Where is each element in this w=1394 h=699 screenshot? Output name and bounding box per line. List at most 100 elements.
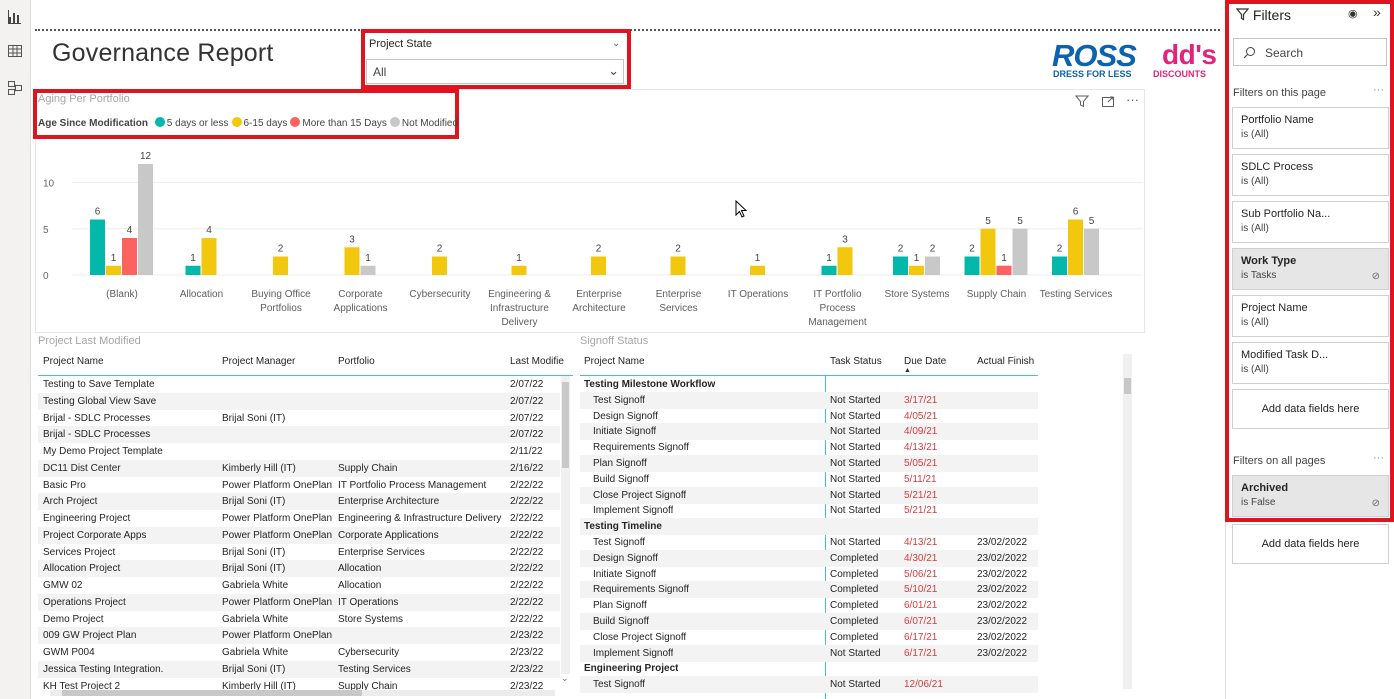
table-row[interactable]: My Demo Project Template 2/11/22 (38, 443, 560, 460)
column-header[interactable]: Project Name (584, 356, 645, 367)
group-row[interactable]: Engineering Project (580, 660, 1038, 677)
bar[interactable] (138, 164, 153, 275)
filter-card[interactable]: Portfolio Name is (All) (1232, 107, 1389, 149)
filter-card[interactable]: Modified Task D... is (All) (1232, 342, 1389, 384)
bar[interactable] (925, 256, 940, 276)
bar[interactable] (106, 265, 121, 275)
scroll-down-icon[interactable]: ⌄ (561, 673, 569, 684)
bar[interactable] (996, 265, 1012, 275)
model-view-icon[interactable] (7, 80, 23, 96)
bar[interactable] (122, 238, 137, 275)
table-row[interactable]: Arch Project Brijal Soni (IT) Enterprise A… (38, 493, 560, 511)
table-row[interactable]: Plan Signoff Completed 6/01/21 23/02/2022 (580, 597, 1038, 614)
table-row[interactable]: Basic Pro Power Platform OnePlan IT Portfo… (38, 477, 560, 494)
column-header[interactable]: Project Manager (222, 356, 295, 367)
more-options-icon[interactable]: ··· (1373, 84, 1384, 96)
table-row[interactable]: Design Signoff Completed 4/30/21 23/02/2022 (580, 549, 1038, 567)
legend-item[interactable]: Not Modified (389, 117, 458, 129)
table-row[interactable]: Jessica Testing Integration. Brijal Soni … (38, 660, 560, 678)
bar[interactable] (90, 219, 105, 276)
bar[interactable] (821, 265, 837, 275)
column-header[interactable]: Portfolio (338, 356, 375, 367)
add-data-fields-page[interactable]: Add data fields here (1232, 389, 1389, 429)
legend-item[interactable]: 5 days or less (154, 117, 229, 129)
more-options-icon[interactable]: ··· (1373, 452, 1384, 464)
bar[interactable] (909, 265, 924, 275)
signoff-table-scrollbar[interactable] (1123, 354, 1132, 689)
table-row[interactable]: GMW 02 Gabriela White Allocation 2/22/22 (38, 577, 560, 594)
filter-search-input[interactable]: Search (1233, 38, 1387, 66)
table-row[interactable]: Operations Project Power Platform OnePlan… (38, 593, 560, 611)
table-row[interactable]: Plan Signoff Not Started 5/05/21 (580, 455, 1038, 472)
collapse-icon[interactable]: » (1373, 4, 1381, 20)
table-row[interactable]: Close Project Signoff Completed 6/17/21 23/… (580, 629, 1038, 646)
table-row[interactable]: Initiate Signoff Not Started 4/09/21 (580, 423, 1038, 441)
focus-mode-icon[interactable] (1101, 95, 1115, 111)
bar[interactable] (750, 265, 765, 275)
table-row[interactable]: Services Project Brijal Soni (IT) Enterpri… (38, 544, 560, 561)
bar[interactable] (201, 238, 217, 275)
bar[interactable] (964, 256, 980, 276)
table-row[interactable]: Allocation Project Brijal Soni (IT) Alloca… (38, 560, 560, 578)
table-row[interactable]: Project Corporate Apps Power Platform One… (38, 526, 560, 544)
table-row[interactable]: Test Signoff Not Started 4/13/21 23/02/2022 (580, 534, 1038, 551)
hidden-eye-icon[interactable]: ⊘ (1372, 498, 1380, 509)
table-row[interactable]: Test Signoff Not Started 12/06/21 (580, 676, 1038, 694)
chevron-down-icon[interactable]: ⌄ (612, 38, 620, 49)
table-row[interactable]: Demo Project Gabriela White Store Systems 2… (38, 611, 560, 628)
hscrollbar-thumb[interactable] (62, 690, 362, 696)
filter-card[interactable]: SDLC Process is (All) (1232, 154, 1389, 196)
table-row[interactable]: Implement Signoff Not Started 6/17/21 23/02… (580, 644, 1038, 662)
hidden-eye-icon[interactable]: ⊘ (1372, 271, 1380, 282)
table-row[interactable]: Build Signoff Completed 6/07/21 23/02/2022 (580, 613, 1038, 630)
table-row[interactable]: Build Signoff Not Started 5/11/21 (580, 471, 1038, 488)
project-table-hscrollbar[interactable] (50, 690, 555, 696)
group-row[interactable]: Testing Timeline (580, 518, 1038, 536)
project-table-scrollbar[interactable] (561, 376, 570, 674)
add-data-fields-all[interactable]: Add data fields here (1232, 524, 1389, 564)
column-header[interactable]: Project Name (43, 356, 104, 367)
column-header[interactable]: Last Modifie (510, 356, 564, 367)
table-row[interactable]: Requirements Signoff Completed 5/10/21 23/0… (580, 581, 1038, 599)
signoff-status-table[interactable]: Project Name Task Status Due Date Actual Fi… (580, 355, 1040, 699)
table-row[interactable]: Requirements Signoff Not Started 4/13/21 (580, 439, 1038, 456)
filter-card[interactable]: Sub Portfolio Na... is (All) (1232, 201, 1389, 243)
bar[interactable] (980, 228, 996, 275)
column-header[interactable]: Actual Finish (977, 356, 1034, 367)
bar[interactable] (1068, 219, 1083, 276)
bar[interactable] (591, 256, 606, 276)
project-state-dropdown[interactable]: All ⌄ (366, 59, 624, 84)
report-view-icon[interactable] (7, 9, 23, 25)
filter-card[interactable]: Archived is False ⊘ (1232, 475, 1389, 517)
bar[interactable] (360, 265, 376, 275)
table-row[interactable]: Testing Global View Save 2/07/22 (38, 392, 560, 410)
more-options-icon[interactable]: ··· (1126, 92, 1139, 107)
project-last-modified-table[interactable]: Project Name Project Manager Portfolio Last… (38, 355, 573, 693)
table-row[interactable]: Test Signoff Not Started 3/17/21 (580, 391, 1038, 409)
bar[interactable] (432, 256, 447, 276)
bar[interactable] (344, 247, 360, 275)
bar[interactable] (1084, 228, 1099, 275)
bar[interactable] (1052, 256, 1067, 276)
bar[interactable] (1012, 228, 1028, 275)
table-row[interactable]: Engineering Project Power Platform OnePla… (38, 510, 560, 527)
legend-item[interactable]: 6-15 days (231, 117, 287, 129)
column-header[interactable]: Task Status (830, 356, 882, 367)
bar[interactable] (670, 256, 686, 276)
group-row[interactable]: Testing Milestone Workflow (580, 376, 1038, 393)
data-view-icon[interactable] (7, 43, 23, 59)
eye-icon[interactable]: ◉ (1348, 7, 1358, 20)
bar[interactable] (837, 247, 853, 275)
table-row[interactable]: 009 GW Project Plan Power Platform OnePla… (38, 627, 560, 645)
table-row[interactable]: Brijal - SDLC Processes 2/07/22 (38, 426, 560, 444)
table-row[interactable]: GWM P004 Gabriela White Cybersecurity 2/23/… (38, 644, 560, 661)
table-row[interactable]: Initiate Signoff Completed 5/06/21 23/02/20… (580, 566, 1038, 583)
bar[interactable] (185, 265, 201, 275)
filter-icon[interactable] (1074, 95, 1090, 111)
table-row[interactable]: Brijal - SDLC Processes Brijal Soni (IT) 2… (38, 410, 560, 427)
table-row[interactable]: Close Project Signoff Not Started 5/21/21 (580, 486, 1038, 504)
bar[interactable] (273, 256, 288, 276)
scrollbar-thumb[interactable] (1124, 378, 1131, 394)
table-row[interactable]: Testing to Save Template 2/07/22 (38, 376, 560, 393)
filter-card[interactable]: Work Type is Tasks ⊘ (1232, 248, 1389, 290)
